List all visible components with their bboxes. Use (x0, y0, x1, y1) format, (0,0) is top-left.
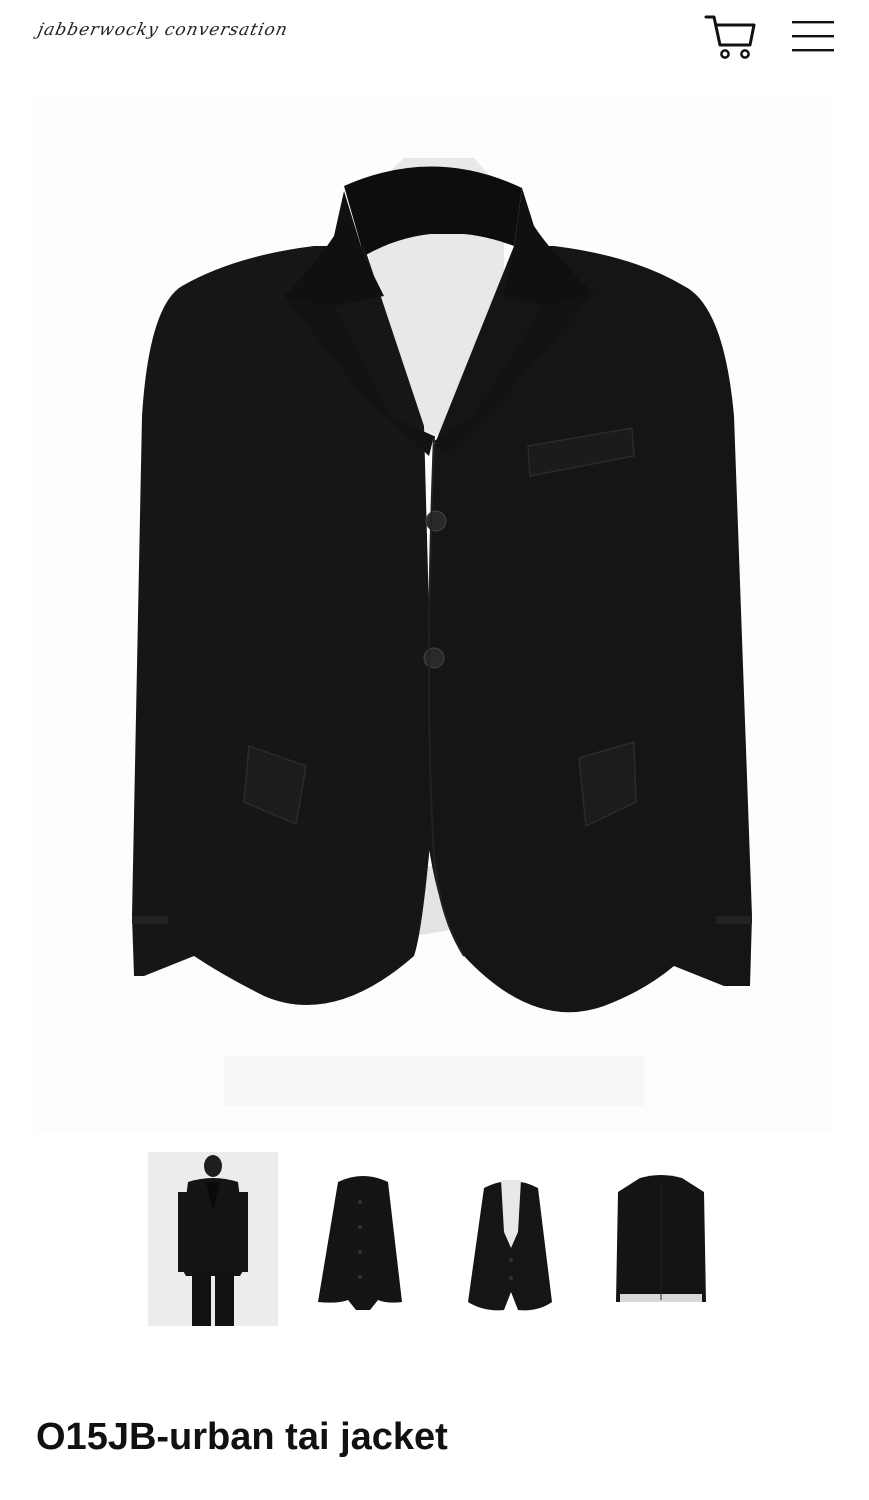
thumbnail-jacket-front-open[interactable] (446, 1152, 576, 1326)
brand-logo[interactable]: jabberwocky conversation (36, 20, 290, 40)
cart-icon[interactable] (704, 13, 758, 61)
thumbnail-jacket-side-buttoned[interactable] (298, 1152, 428, 1326)
thumbnail-model-wearing-jacket[interactable] (148, 1152, 278, 1326)
thumbnail-jacket-back[interactable] (596, 1152, 726, 1326)
site-header: jabberwocky conversation (0, 0, 869, 80)
product-thumbnail-strip (0, 1152, 869, 1326)
product-main-image[interactable] (34, 96, 834, 1132)
product-title: O15JB-urban tai jacket (36, 1416, 448, 1458)
hamburger-menu-icon[interactable] (790, 18, 836, 54)
